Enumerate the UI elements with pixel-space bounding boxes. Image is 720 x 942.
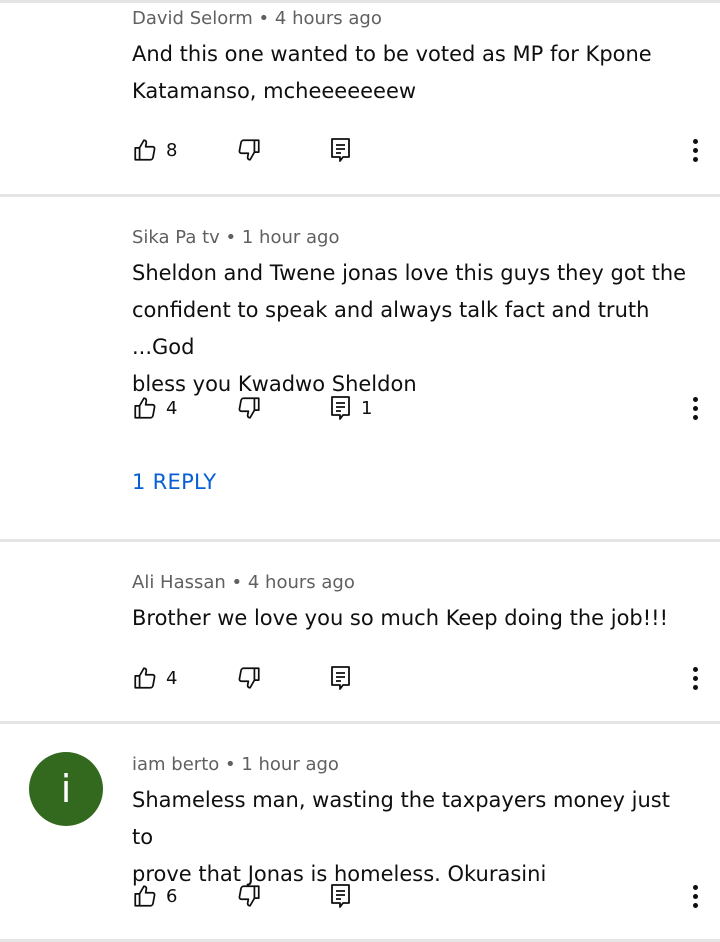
comment-item: David Selorm • 4 hours ago And this one … [0,0,720,196]
comment-actions: 8 [132,132,702,168]
comment-text: And this one wanted to be voted as MP fo… [132,36,692,110]
comment-text-line: Brother we love you so much Keep doing t… [132,606,669,630]
comment-author[interactable]: Sika Pa tv [132,227,220,248]
avatar[interactable]: i [29,752,103,826]
comment-item: Sika Pa tv • 1 hour ago Sheldon and Twen… [0,197,720,540]
comment-actions: 6 [132,878,702,914]
comment-item: Ali Hassan • 4 hours ago Brother we love… [0,542,720,722]
more-options-button[interactable] [688,880,702,912]
thumbs-up-icon [134,139,156,161]
thumbs-down-icon [238,667,260,689]
meta-separator: • [225,572,248,593]
thumbs-up-icon [134,885,156,907]
reply-icon [331,396,350,420]
reply-button[interactable] [329,878,353,914]
reply-button[interactable] [329,660,353,696]
comment-time: 1 hour ago [241,754,339,775]
comment-text-line: Sheldon and Twene jonas love this guys t… [132,261,687,285]
like-button[interactable]: 4 [132,390,177,426]
comment-author[interactable]: David Selorm [132,8,253,29]
like-button[interactable]: 4 [132,660,177,696]
comment-actions: 4 1 [132,390,702,426]
comment-time: 1 hour ago [241,227,340,248]
like-button[interactable]: 6 [132,878,177,914]
comment-meta: Ali Hassan • 4 hours ago [132,572,355,594]
comment-time: 4 hours ago [274,8,382,29]
comment-author[interactable]: iam berto [132,754,219,775]
thumbs-down-icon [238,139,260,161]
comment-time: 4 hours ago [247,572,355,593]
meta-separator: • [252,8,275,29]
comment-text-line: Shameless man, wasting the taxpayers mon… [132,788,670,849]
view-replies-button[interactable]: 1 REPLY [132,470,216,494]
comment-meta: Sika Pa tv • 1 hour ago [132,227,339,249]
reply-button[interactable] [329,132,353,168]
reply-count: 1 [361,397,373,419]
comment-text: Brother we love you so much Keep doing t… [132,600,692,637]
thumbs-down-icon [238,885,260,907]
reply-button[interactable]: 1 [329,390,372,426]
comment-text: Shameless man, wasting the taxpayers mon… [132,782,692,893]
like-count: 6 [166,885,178,907]
thumbs-up-icon [134,667,156,689]
dislike-button[interactable] [236,660,262,696]
like-button[interactable]: 8 [132,132,177,168]
comment-text: Sheldon and Twene jonas love this guys t… [132,255,692,403]
comment-item: i iam berto • 1 hour ago Shameless man, … [0,724,720,942]
meta-separator: • [219,227,242,248]
like-count: 8 [166,139,178,161]
comment-text-line: confident to speak and always talk fact … [132,298,650,359]
like-count: 4 [166,397,178,419]
comment-text-line: And this one wanted to be voted as MP fo… [132,42,652,66]
dislike-button[interactable] [236,132,262,168]
reply-icon [331,666,350,690]
comment-actions: 4 [132,660,702,696]
dislike-button[interactable] [236,878,262,914]
comment-meta: iam berto • 1 hour ago [132,754,339,776]
reply-icon [331,884,350,908]
avatar-letter: i [60,767,72,811]
thumbs-up-icon [134,397,156,419]
comment-author[interactable]: Ali Hassan [132,572,226,593]
reply-icon [331,138,350,162]
like-count: 4 [166,667,178,689]
thumbs-down-icon [238,397,260,419]
more-options-button[interactable] [688,662,702,694]
comment-text-line: Katamanso, mcheeeeeeew [132,79,417,103]
comment-meta: David Selorm • 4 hours ago [132,8,382,30]
meta-separator: • [219,754,242,775]
more-options-button[interactable] [688,134,702,166]
dislike-button[interactable] [236,390,262,426]
more-options-button[interactable] [688,392,702,424]
